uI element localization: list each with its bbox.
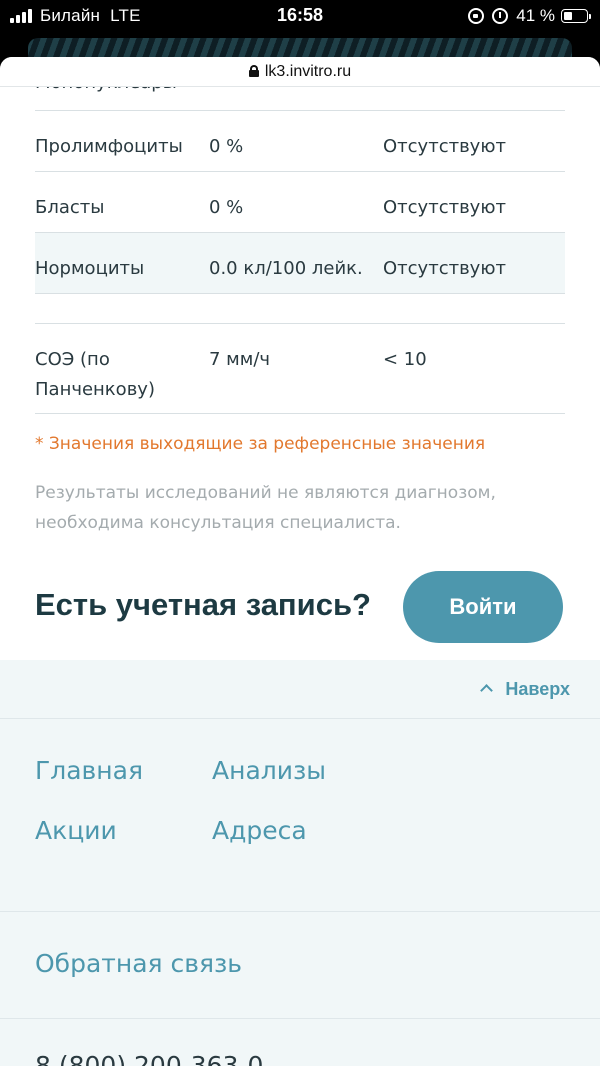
address-bar[interactable]: lk3.invitro.ru	[0, 57, 600, 87]
test-reference: Отсутствуют	[383, 197, 506, 218]
battery-icon	[561, 9, 591, 23]
results-table: Пролимфоциты 0 % Отсутствуют Бласты 0 % …	[35, 110, 565, 414]
table-row: СОЭ (по Панченкову) 7 мм/ч < 10	[35, 323, 565, 414]
login-button[interactable]: Войти	[403, 571, 563, 643]
test-name: Пролимфоциты	[35, 136, 183, 157]
test-value: 0.0 кл/100 лейк.	[209, 258, 363, 279]
test-name: Нормоциты	[35, 258, 145, 279]
test-value: 0 %	[209, 197, 244, 218]
test-value: 7 мм/ч	[209, 349, 271, 370]
footer-link-tests[interactable]: Анализы	[212, 756, 326, 785]
table-row: Нормоциты 0.0 кл/100 лейк. Отсутствуют	[35, 232, 565, 293]
chevron-up-icon	[480, 684, 494, 697]
divider	[0, 718, 600, 719]
status-indicators: 41 %	[468, 6, 591, 26]
disclaimer-text: Результаты исследований не являются диаг…	[35, 483, 496, 533]
divider	[0, 1018, 600, 1019]
footer-link-addresses[interactable]: Адреса	[212, 816, 307, 845]
rotation-lock-icon	[468, 8, 485, 24]
test-reference: < 10	[383, 349, 427, 370]
status-bar: Билайн LTE 16:58 41 %	[0, 0, 600, 32]
divider	[0, 911, 600, 912]
phone-number[interactable]: 8 (800) 200-363-0	[35, 1051, 263, 1066]
back-to-top-link[interactable]: Наверх	[480, 679, 570, 700]
reference-note: * Значения выходящие за референсные знач…	[35, 434, 486, 454]
footer-link-promos[interactable]: Акции	[35, 816, 117, 845]
url-text: lk3.invitro.ru	[264, 63, 352, 80]
footer-link-feedback[interactable]: Обратная связь	[35, 949, 242, 978]
test-reference: Отсутствуют	[383, 136, 506, 157]
lock-icon	[248, 65, 259, 77]
battery-level	[564, 12, 573, 20]
table-row: Пролимфоциты 0 % Отсутствуют	[35, 110, 565, 171]
table-spacer	[35, 293, 565, 323]
browser-sheet: lk3.invitro.ru Мононуклеары Пролимфоциты…	[0, 57, 600, 1066]
test-reference: Отсутствуют	[383, 258, 506, 279]
footer: Наверх Главная Анализы Акции Адреса Обра…	[0, 660, 600, 1066]
back-to-top-label: Наверх	[505, 679, 570, 699]
battery-percent: 41 %	[516, 6, 555, 25]
alarm-icon	[492, 8, 509, 24]
test-value: 0 %	[209, 136, 244, 157]
account-prompt: Есть учетная запись?	[35, 587, 371, 622]
table-row: Бласты 0 % Отсутствуют	[35, 171, 565, 232]
test-name: СОЭ (по Панченкову)	[35, 349, 155, 400]
test-name: Бласты	[35, 197, 105, 218]
footer-link-home[interactable]: Главная	[35, 756, 143, 785]
